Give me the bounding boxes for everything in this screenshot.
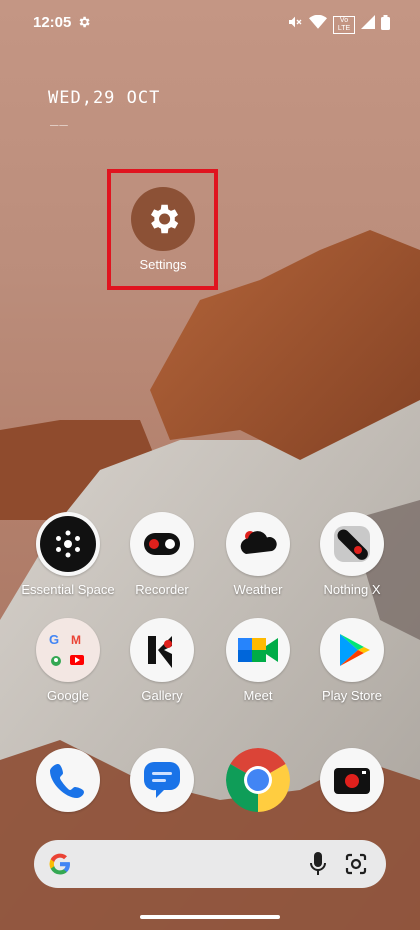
- status-bar: 12:05 Vo LTE: [0, 0, 420, 46]
- date-widget[interactable]: WED,29 OCT __: [48, 88, 160, 126]
- recorder-icon: [130, 512, 194, 576]
- app-essential-space[interactable]: Essential Space: [20, 512, 116, 597]
- search-bar[interactable]: [34, 840, 386, 888]
- nothing-x-icon: [320, 512, 384, 576]
- app-label: Gallery: [141, 688, 183, 703]
- gallery-icon: [130, 618, 194, 682]
- essential-space-icon: [36, 512, 100, 576]
- settings-notification-icon: [77, 15, 91, 34]
- chrome-icon: [226, 748, 290, 812]
- highlight-box: [107, 169, 218, 290]
- app-label: Nothing X: [323, 582, 381, 597]
- app-google-folder[interactable]: G M Google: [20, 618, 116, 703]
- camera-icon: [320, 748, 384, 812]
- dock-phone[interactable]: [20, 748, 116, 812]
- app-play-store[interactable]: Play Store: [304, 618, 400, 703]
- dock-messages[interactable]: [114, 748, 210, 812]
- app-meet[interactable]: Meet: [210, 618, 306, 703]
- volte-icon: Vo LTE: [333, 15, 355, 34]
- signal-icon: [361, 15, 375, 34]
- phone-icon: [36, 748, 100, 812]
- date-text: WED,29 OCT: [48, 88, 161, 108]
- mute-icon: [287, 14, 303, 35]
- app-label: Essential Space: [21, 582, 115, 597]
- lens-icon[interactable]: [344, 852, 368, 876]
- weather-icon: [226, 512, 290, 576]
- app-recorder[interactable]: Recorder: [114, 512, 210, 597]
- meet-icon: [226, 618, 290, 682]
- dock-camera[interactable]: [304, 748, 400, 812]
- app-gallery[interactable]: Gallery: [114, 618, 210, 703]
- dock-chrome[interactable]: [210, 748, 306, 812]
- svg-text:G: G: [49, 632, 59, 647]
- app-label: Recorder: [135, 582, 189, 597]
- gesture-nav-handle[interactable]: [140, 915, 280, 919]
- app-nothing-x[interactable]: Nothing X: [304, 512, 400, 597]
- status-icons: Vo LTE: [287, 14, 390, 35]
- wifi-icon: [309, 14, 327, 34]
- app-label: Meet: [243, 688, 273, 703]
- app-label: Weather: [233, 582, 283, 597]
- app-label: Google: [47, 688, 89, 703]
- status-time: 12:05: [33, 14, 72, 31]
- app-label: Play Store: [322, 688, 382, 703]
- date-subtext: __: [50, 110, 69, 126]
- battery-icon: [381, 14, 390, 35]
- google-folder-icon: G M: [36, 618, 100, 682]
- mic-icon[interactable]: [310, 852, 326, 876]
- play-store-icon: [320, 618, 384, 682]
- svg-text:M: M: [71, 633, 81, 647]
- messages-icon: [130, 748, 194, 812]
- app-weather[interactable]: Weather: [210, 512, 306, 597]
- google-g-icon: [49, 853, 70, 875]
